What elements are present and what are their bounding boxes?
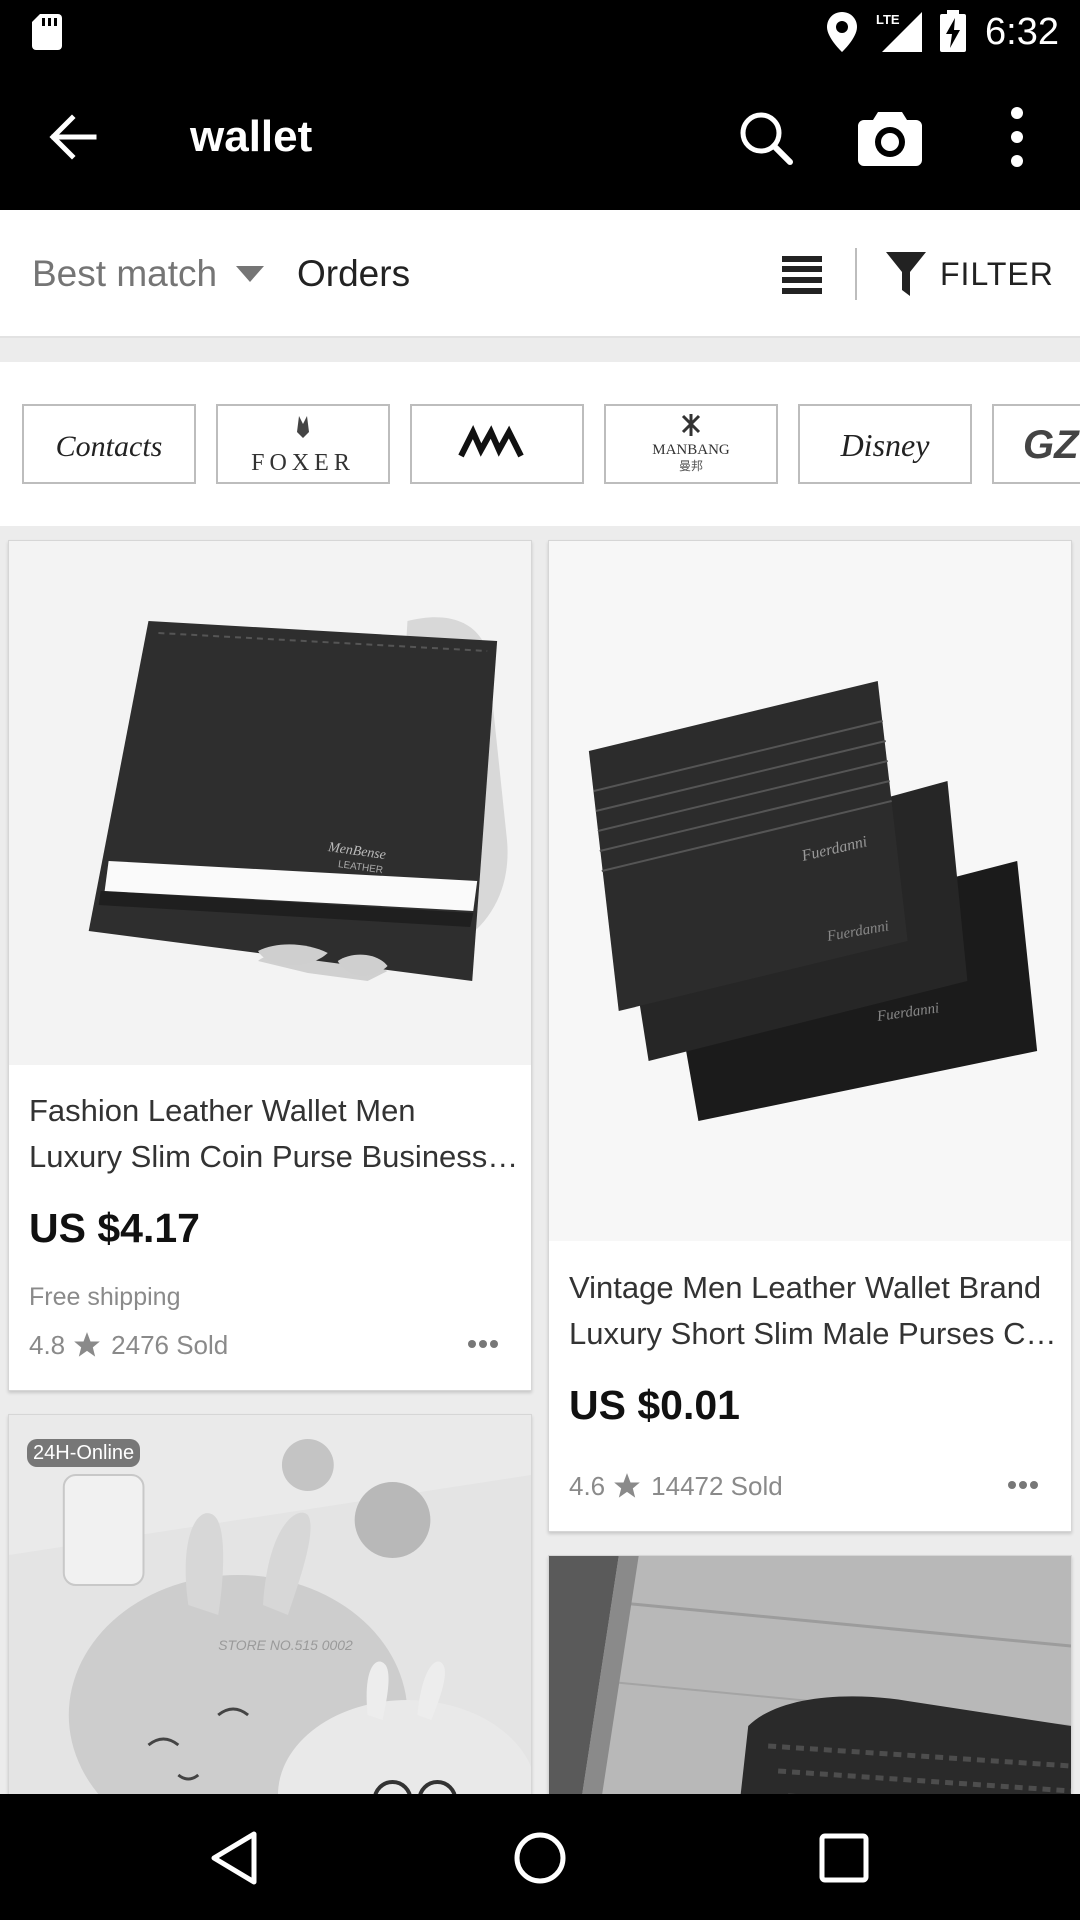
product-card[interactable]: Fuerdanni Fuerdanni Fuerdanni Vintage Me… (548, 540, 1072, 1532)
online-badge: 24H-Online (27, 1439, 141, 1467)
search-query[interactable]: wallet (190, 112, 312, 162)
product-title-line: Luxury Slim Coin Purse Business Card Hol… (29, 1139, 519, 1174)
caret-down-icon[interactable] (236, 266, 264, 282)
star-icon (614, 1473, 640, 1498)
sold-count: 14472 Sold (651, 1471, 783, 1501)
product-title-line: Luxury Short Slim Male Purses Card Holde… (569, 1316, 1059, 1351)
clock: 6:32 (985, 11, 1059, 53)
brand-tile-manbang[interactable]: MANBANG 曼邦 (604, 404, 778, 484)
gz-logo: GZ (1023, 423, 1080, 467)
brand-tile-contacts[interactable]: Contacts (22, 404, 196, 484)
nav-recents-icon[interactable] (816, 1830, 872, 1886)
sd-card-icon (32, 14, 62, 50)
back-arrow-icon[interactable] (44, 108, 102, 166)
mva-logo (458, 424, 524, 458)
product-title[interactable]: Vintage Men Leather Wallet Brand Luxury … (569, 1265, 1059, 1357)
svg-text:曼邦: 曼邦 (679, 459, 703, 473)
coin-purse-photo: STORE NO.515 0002 (9, 1415, 531, 1813)
battery-icon (940, 10, 966, 52)
rating-value: 4.8 (29, 1330, 66, 1360)
sort-divider (855, 248, 857, 300)
product-card[interactable]: MenBense LEATHER Fashion Leather Wallet … (8, 540, 532, 1391)
brand-name: FOXER (251, 450, 355, 476)
foxer-logo: FOXER (251, 416, 355, 476)
more-options-icon[interactable] (1007, 1479, 1039, 1491)
product-image[interactable]: MenBense LEATHER (9, 541, 531, 1065)
shipping-info: Free shipping (29, 1283, 181, 1311)
more-vert-icon[interactable] (1000, 104, 1034, 170)
product-image[interactable]: STORE NO.515 0002 (9, 1415, 531, 1813)
more-options-icon[interactable] (467, 1338, 499, 1350)
rating-row: 4.6 14472 Sold (569, 1469, 783, 1503)
rating-value: 4.6 (569, 1471, 606, 1501)
manbang-logo: MANBANG 曼邦 (652, 414, 730, 473)
product-price: US $4.17 (29, 1205, 200, 1251)
product-title[interactable]: Fashion Leather Wallet Men Luxury Slim C… (29, 1088, 519, 1180)
brand-tile-foxer[interactable]: FOXER (216, 404, 390, 484)
orders-sort[interactable]: Orders (297, 252, 410, 296)
product-card[interactable] (548, 1555, 1072, 1815)
wallet-photo: Fuerdanni Fuerdanni Fuerdanni (549, 541, 1071, 1241)
svg-text:STORE NO.515 0002: STORE NO.515 0002 (218, 1637, 353, 1653)
product-image[interactable] (549, 1556, 1071, 1814)
location-icon (827, 12, 857, 52)
product-image[interactable]: Fuerdanni Fuerdanni Fuerdanni (549, 541, 1071, 1241)
brand-tile-gz[interactable]: GZ (992, 404, 1080, 484)
brand-name: Disney (840, 427, 931, 463)
filter-button[interactable]: FILTER (886, 246, 1066, 302)
network-type-label: LTE (876, 12, 900, 27)
brand-tile-mva[interactable] (410, 404, 584, 484)
brand-tile-disney[interactable]: Disney (798, 404, 972, 484)
carbon-wallet-photo (549, 1556, 1071, 1814)
star-icon (74, 1332, 100, 1357)
camera-icon[interactable] (858, 106, 922, 168)
filter-label: FILTER (940, 256, 1054, 292)
list-view-icon[interactable] (782, 256, 822, 294)
brand-name: MANBANG (652, 442, 730, 458)
rating-row: 4.8 2476 Sold (29, 1328, 228, 1362)
brand-name: Contacts (56, 430, 163, 463)
nav-back-icon[interactable] (208, 1830, 264, 1886)
status-bar: LTE 6:32 (0, 0, 1080, 64)
sort-bar: Best match Orders FILTER (0, 210, 1080, 338)
product-title-line: Vintage Men Leather Wallet Brand (569, 1270, 1042, 1305)
disney-logo: Disney (840, 427, 931, 463)
brand-name: GZ (1023, 423, 1080, 467)
product-price: US $0.01 (569, 1382, 740, 1428)
search-icon[interactable] (736, 108, 796, 168)
product-card[interactable]: STORE NO.515 0002 24H-Online (8, 1414, 532, 1814)
product-title-line: Fashion Leather Wallet Men (29, 1093, 416, 1128)
navigation-bar (0, 1794, 1080, 1920)
nav-home-icon[interactable] (512, 1830, 568, 1886)
app-bar: wallet (0, 64, 1080, 210)
filter-icon (886, 252, 926, 296)
best-match-sort[interactable]: Best match (32, 252, 217, 296)
sold-count: 2476 Sold (111, 1330, 229, 1360)
signal-icon: LTE (876, 12, 922, 52)
brand-strip: Contacts FOXER MANBANG 曼邦 Disney GZ (0, 362, 1080, 526)
wallet-photo: MenBense LEATHER (9, 541, 531, 1065)
contacts-logo: Contacts (56, 430, 163, 463)
